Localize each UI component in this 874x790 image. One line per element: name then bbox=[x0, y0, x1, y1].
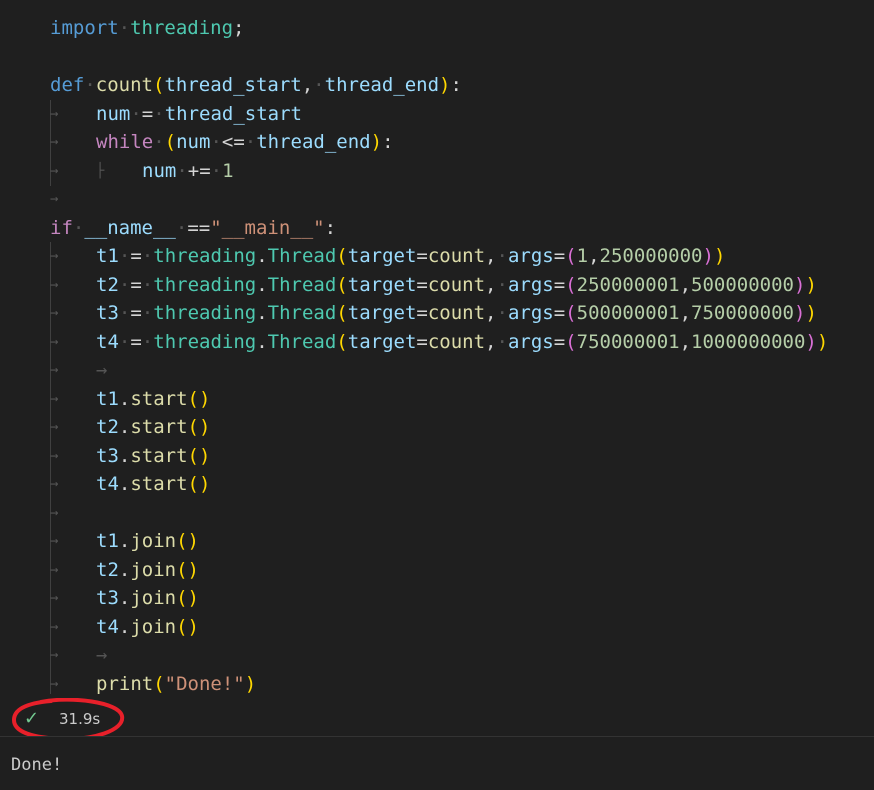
code-line: → bbox=[50, 504, 59, 521]
code-line: → t4.join() bbox=[50, 615, 199, 638]
execution-time: 31.9s bbox=[59, 710, 101, 728]
cell-output: Done! bbox=[0, 736, 874, 790]
code-line: → t1.start() bbox=[50, 387, 211, 410]
code-line: → t1.join() bbox=[50, 530, 199, 552]
code-line: → t3.start() bbox=[50, 444, 211, 467]
code-line: → t2·=·threading.Thread(target=count,·arg… bbox=[50, 273, 817, 296]
code-line: → t3·=·threading.Thread(target=count,·arg… bbox=[50, 302, 817, 324]
check-icon: ✓ bbox=[24, 708, 40, 729]
code-line: → bbox=[50, 191, 59, 207]
code-line: → ├ num·+=·1 bbox=[50, 159, 234, 182]
code-line: → t2.start() bbox=[50, 416, 211, 438]
code-line: → while·(num·<=·thread_end): bbox=[50, 131, 394, 153]
code-line: → t2.join() bbox=[50, 558, 199, 581]
code-line: → t4.start() bbox=[50, 473, 211, 495]
code-line: → num·=·thread_start bbox=[50, 102, 302, 125]
code-line: → t1·=·threading.Thread(target=count,·arg… bbox=[50, 245, 726, 267]
code-line: import·threading; bbox=[50, 17, 245, 39]
code-line: → print("Done!") bbox=[50, 672, 257, 695]
code-line: → → bbox=[50, 644, 108, 666]
notebook-cell[interactable]: import·threading; def·count(thread_start… bbox=[0, 0, 874, 736]
code-line: def·count(thread_start,·thread_end): bbox=[50, 74, 462, 96]
code-line: → t4·=·threading.Thread(target=count,·arg… bbox=[50, 330, 829, 353]
code-line: if·__name__·=="__main__": bbox=[50, 216, 337, 239]
output-text: Done! bbox=[11, 755, 63, 775]
code-editor[interactable]: import·threading; def·count(thread_start… bbox=[50, 14, 874, 698]
code-line: → → bbox=[50, 359, 108, 381]
code-line: → t3.join() bbox=[50, 587, 199, 609]
cell-status-bar: ✓ 31.9s bbox=[0, 700, 874, 736]
